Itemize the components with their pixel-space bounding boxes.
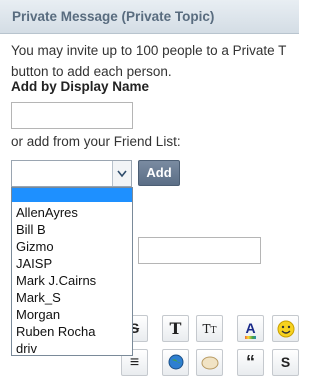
subject-input[interactable] bbox=[138, 237, 261, 264]
friend-list-dropdown[interactable]: AllenAyres Bill B Gizmo JAISP Mark J.Cai… bbox=[11, 187, 133, 356]
quote-icon: “ bbox=[246, 352, 255, 372]
friend-option[interactable]: Mark_S bbox=[12, 289, 132, 306]
smiley-icon bbox=[277, 320, 295, 341]
font-size-icon: TT bbox=[202, 322, 217, 336]
intro-text: You may invite up to 100 people to a Pri… bbox=[11, 40, 301, 82]
friend-list-label: or add from your Friend List: bbox=[11, 134, 181, 149]
panel-title: Private Message (Private Topic) bbox=[12, 9, 215, 24]
add-friend-button[interactable]: Add bbox=[138, 160, 180, 186]
add-by-display-name-label: Add by Display Name bbox=[11, 79, 150, 94]
intro-line-1: You may invite up to 100 people to a Pri… bbox=[11, 43, 287, 58]
friend-option[interactable]: JAISP bbox=[12, 255, 132, 272]
spoiler-button[interactable]: S bbox=[272, 349, 299, 376]
font-icon: T bbox=[169, 319, 182, 338]
text-color-icon: A bbox=[245, 320, 256, 339]
font-size-button[interactable]: TT bbox=[196, 315, 223, 342]
smiley-button[interactable] bbox=[272, 315, 299, 342]
image-icon bbox=[201, 356, 219, 373]
friend-option[interactable]: AllenAyres bbox=[12, 204, 132, 221]
link-button[interactable] bbox=[162, 349, 189, 376]
friend-option[interactable]: Mark J.Cairns bbox=[12, 272, 132, 289]
globe-link-icon bbox=[168, 354, 184, 373]
friend-option-blank[interactable] bbox=[12, 188, 132, 202]
text-color-button[interactable]: A bbox=[237, 315, 264, 342]
chevron-down-icon[interactable] bbox=[112, 161, 131, 186]
friend-option[interactable]: Gizmo bbox=[12, 238, 132, 255]
friend-option[interactable]: driv bbox=[12, 340, 132, 357]
display-name-input[interactable] bbox=[11, 102, 133, 129]
spoiler-icon: S bbox=[280, 354, 291, 370]
friend-option[interactable]: Morgan bbox=[12, 306, 132, 323]
panel-header: Private Message (Private Topic) bbox=[0, 0, 299, 34]
friend-list-select[interactable] bbox=[11, 160, 132, 187]
image-button[interactable] bbox=[196, 349, 223, 376]
friend-option[interactable]: Bill B bbox=[12, 221, 132, 238]
friend-option[interactable]: Ruben Rocha bbox=[12, 323, 132, 340]
font-button[interactable]: T bbox=[162, 315, 189, 342]
quote-button[interactable]: “ bbox=[237, 349, 264, 376]
